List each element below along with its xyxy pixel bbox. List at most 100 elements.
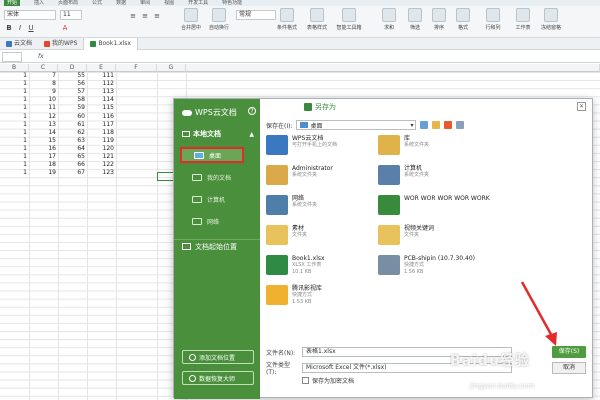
encrypt-option[interactable]: 保存为加密文档	[302, 376, 354, 385]
grid-cell[interactable]: 56	[58, 80, 87, 88]
up-folder-icon[interactable]	[432, 121, 441, 129]
grid-cell[interactable]: 113	[87, 88, 116, 96]
save-button[interactable]: 保存(S)	[552, 346, 586, 358]
name-box[interactable]	[2, 51, 22, 62]
file-item[interactable]: 腾讯影视库 快捷方式 1.53 KB	[266, 285, 416, 313]
grid-cell[interactable]: 1	[0, 80, 29, 88]
nav-item[interactable]: 桌面	[180, 147, 244, 163]
grid-cell[interactable]: 10	[29, 96, 58, 104]
grid-cell[interactable]: 114	[87, 96, 116, 104]
grid-cell[interactable]: 60	[58, 113, 87, 121]
grid-cell[interactable]: 111	[87, 72, 116, 80]
document-tab[interactable]: 云文档	[0, 38, 38, 50]
grid-cell[interactable]: 1	[0, 121, 29, 129]
grid-cell[interactable]: 66	[58, 161, 87, 169]
grid-cell[interactable]: 1	[0, 113, 29, 121]
column-header[interactable]: C	[29, 64, 58, 72]
nav-item[interactable]: 我的文档	[182, 169, 254, 185]
ribbon-tool-button[interactable]: 合并居中	[176, 6, 206, 36]
grid-cell[interactable]: 14	[29, 129, 58, 137]
font-color-button[interactable]: A	[60, 24, 70, 33]
ribbon-tool-button[interactable]: 条件格式	[272, 6, 302, 36]
number-format-select[interactable]: 常规	[236, 10, 276, 20]
align-center-button[interactable]: ≡	[140, 12, 150, 21]
nav-item[interactable]: 网络	[182, 213, 254, 229]
grid-cell[interactable]: 16	[29, 145, 58, 153]
grid-cell[interactable]: 1	[0, 129, 29, 137]
view-menu-icon[interactable]	[456, 121, 465, 129]
document-tab[interactable]: 我的WPS	[38, 38, 83, 50]
data-recovery-button[interactable]: 数据恢复大师	[182, 371, 254, 385]
file-item[interactable]: 视频关键词 文件夹	[378, 225, 528, 253]
grid-cell[interactable]: 1	[0, 104, 29, 112]
file-item[interactable]: PCB-shipin (10.7.30.40) 快捷方式 1.56 KB	[378, 255, 528, 283]
grid-cell[interactable]: 1	[0, 153, 29, 161]
grid-cell[interactable]: 119	[87, 137, 116, 145]
grid-cell[interactable]: 59	[58, 104, 87, 112]
grid-cell[interactable]: 17	[29, 153, 58, 161]
file-item[interactable]: 计算机 系统文件夹	[378, 165, 528, 193]
align-left-button[interactable]: ≡	[128, 12, 138, 21]
grid-cell[interactable]: 1	[0, 169, 29, 177]
grid-cell[interactable]: 65	[58, 153, 87, 161]
grid-cell[interactable]: 67	[58, 169, 87, 177]
column-header[interactable]: F	[116, 64, 157, 72]
new-folder-icon[interactable]	[444, 121, 453, 129]
grid-cell[interactable]: 1	[0, 88, 29, 96]
ribbon-tool-button[interactable]: 行和列	[478, 6, 508, 36]
ribbon-tool-button[interactable]: 智能工具箱	[334, 6, 364, 36]
grid-cell[interactable]: 118	[87, 129, 116, 137]
grid-cell[interactable]: 12	[29, 113, 58, 121]
grid-cell[interactable]: 7	[29, 72, 58, 80]
start-location-item[interactable]: 文档起始位置	[174, 239, 260, 253]
add-location-button[interactable]: 添加文档位置	[182, 350, 254, 364]
grid-cell[interactable]: 1	[0, 72, 29, 80]
file-item[interactable]: WOR WOR WOR WOR WORK	[378, 195, 528, 223]
ribbon-tool-button[interactable]: 冻结窗格	[536, 6, 566, 36]
grid-cell[interactable]: 122	[87, 161, 116, 169]
italic-button[interactable]: I	[15, 24, 25, 33]
wps-cloud-brand[interactable]: WPS云文档	[182, 107, 237, 118]
fx-icon[interactable]: fx	[38, 53, 44, 60]
grid-cell[interactable]: 57	[58, 88, 87, 96]
grid-cell[interactable]: 15	[29, 137, 58, 145]
grid-cell[interactable]: 116	[87, 113, 116, 121]
bold-button[interactable]: B	[4, 24, 14, 33]
file-item[interactable]: 库系统文件夹	[378, 135, 528, 163]
grid-cell[interactable]: 1	[0, 145, 29, 153]
grid-cell[interactable]: 121	[87, 153, 116, 161]
grid-cell[interactable]: 64	[58, 145, 87, 153]
grid-cell[interactable]: 63	[58, 137, 87, 145]
ribbon-tool-button[interactable]: 工作表	[508, 6, 538, 36]
grid-cell[interactable]: 9	[29, 88, 58, 96]
grid-cell[interactable]: 18	[29, 161, 58, 169]
grid-cell[interactable]: 1	[0, 96, 29, 104]
grid-cell[interactable]: 61	[58, 121, 87, 129]
column-header[interactable]: D	[58, 64, 87, 72]
document-tab[interactable]: Book1.xlsx	[83, 37, 138, 50]
grid-cell[interactable]: 123	[87, 169, 116, 177]
underline-button[interactable]: U	[26, 24, 36, 33]
grid-cell[interactable]: 19	[29, 169, 58, 177]
ribbon-tool-button[interactable]: 自动换行	[204, 6, 234, 36]
align-right-button[interactable]: ≡	[152, 12, 162, 21]
grid-cell[interactable]: 115	[87, 104, 116, 112]
grid-cell[interactable]: 117	[87, 121, 116, 129]
grid-cell[interactable]: 1	[0, 137, 29, 145]
grid-cell[interactable]: 58	[58, 96, 87, 104]
ribbon-tool-button[interactable]: 表格样式	[302, 6, 332, 36]
font-size-select[interactable]: 11	[60, 10, 82, 20]
font-name-select[interactable]: 宋体	[4, 10, 56, 20]
close-icon[interactable]: ✕	[577, 102, 586, 111]
grid-cell[interactable]: 1	[0, 161, 29, 169]
local-docs-section[interactable]: 本地文档 ▲	[174, 127, 260, 141]
grid-cell[interactable]: 8	[29, 80, 58, 88]
column-header[interactable]: B	[0, 64, 29, 72]
save-location-select[interactable]: 桌面 ▾	[296, 120, 417, 130]
grid-cell[interactable]: 120	[87, 145, 116, 153]
help-icon[interactable]: ?	[248, 107, 256, 115]
grid-cell[interactable]: 62	[58, 129, 87, 137]
column-header[interactable]: G	[157, 64, 186, 72]
nav-item[interactable]: 计算机	[182, 191, 254, 207]
grid-cell[interactable]: 55	[58, 72, 87, 80]
